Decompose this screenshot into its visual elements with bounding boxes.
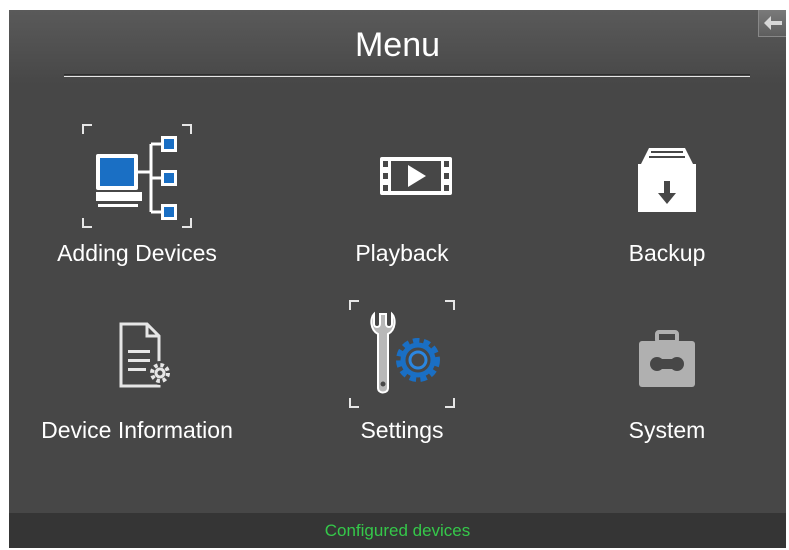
- menu-item-system[interactable]: System: [552, 296, 782, 466]
- menu-item-backup[interactable]: Backup: [552, 120, 782, 290]
- wrench-gear-icon: [349, 300, 455, 408]
- menu-window: Menu Adding Devices Playback Backup Devi…: [9, 10, 786, 548]
- title-divider: [64, 76, 750, 77]
- status-bar: Configured devices: [9, 513, 786, 548]
- title-divider-shadow: [64, 74, 750, 75]
- back-arrow-icon: [764, 16, 782, 30]
- menu-item-label: Adding Devices: [57, 240, 217, 266]
- toolbox-icon: [639, 330, 695, 387]
- network-devices-icon: [82, 124, 192, 228]
- status-text: Configured devices: [324, 521, 471, 540]
- menu-item-label: Settings: [360, 417, 444, 443]
- menu-item-playback[interactable]: Playback: [287, 120, 517, 290]
- menu-item-adding-devices[interactable]: Adding Devices: [22, 120, 252, 290]
- back-button[interactable]: [758, 10, 786, 37]
- menu-item-label: System: [628, 417, 706, 443]
- menu-item-label: Device Information: [41, 417, 233, 443]
- menu-item-device-information[interactable]: Device Information: [22, 296, 252, 466]
- page-title: Menu: [354, 26, 441, 64]
- film-play-icon: [380, 157, 452, 195]
- menu-item-settings[interactable]: Settings: [287, 296, 517, 466]
- menu-item-label: Backup: [628, 240, 706, 266]
- menu-item-label: Playback: [355, 240, 449, 266]
- header-bar: Menu: [9, 10, 786, 84]
- archive-download-icon: [638, 148, 696, 212]
- document-gear-icon: [119, 322, 172, 388]
